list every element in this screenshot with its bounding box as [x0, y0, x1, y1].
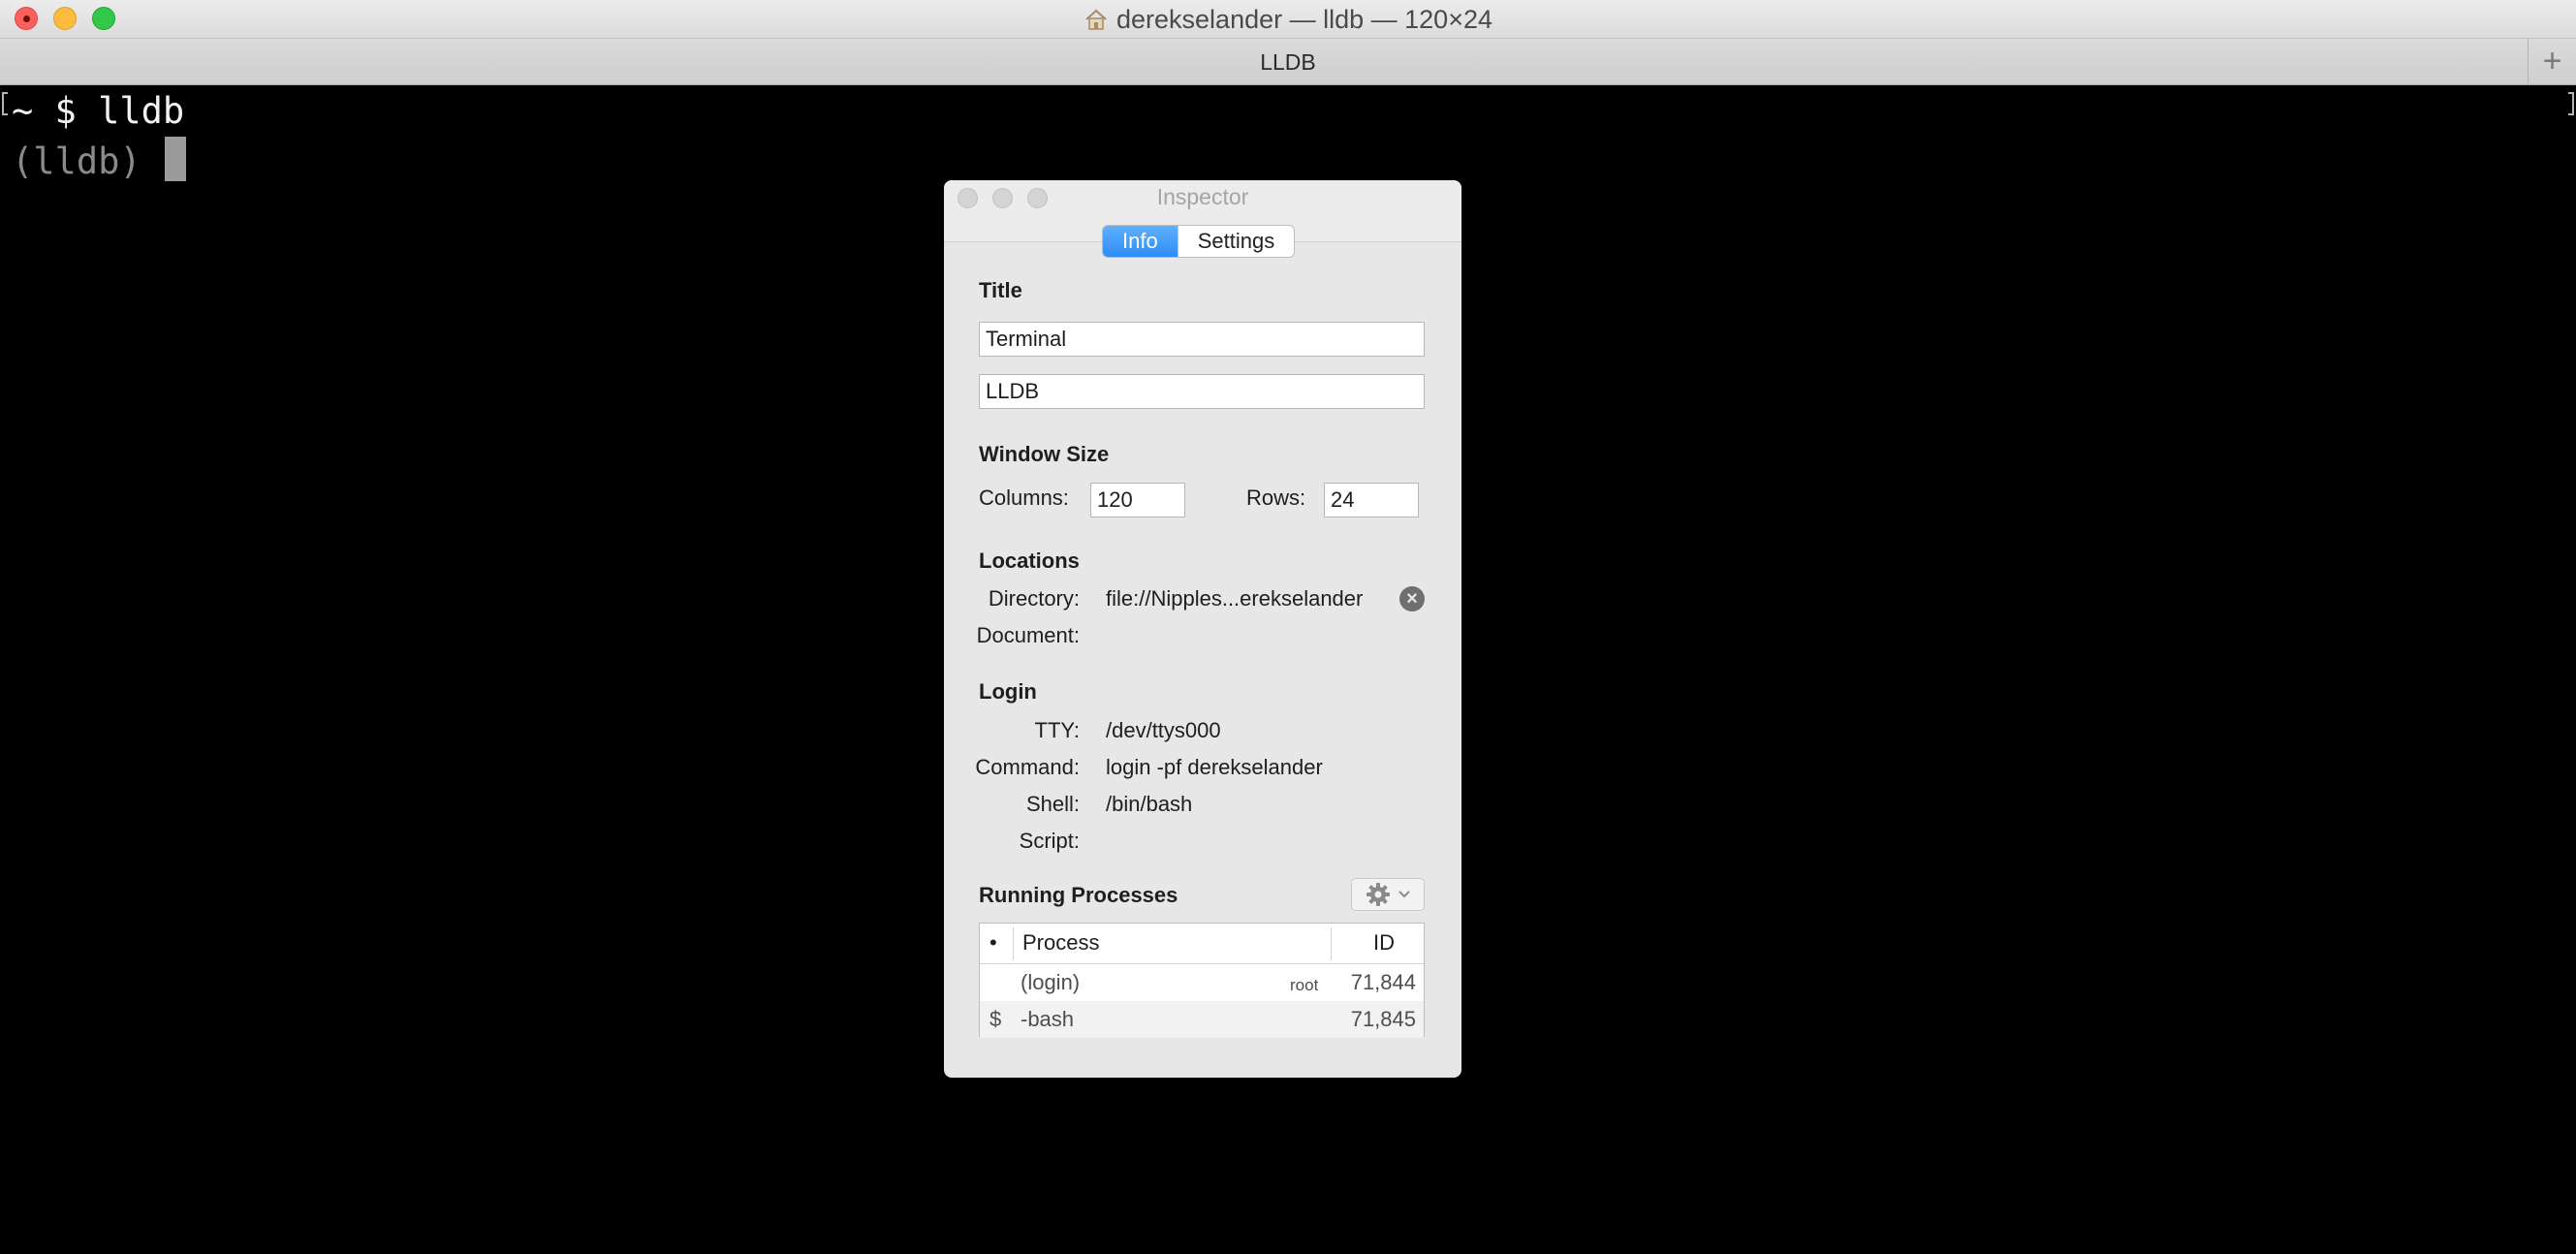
command-label: Command:: [975, 755, 1080, 779]
directory-label: Directory:: [988, 586, 1080, 611]
tty-value: /dev/ttys000: [1106, 718, 1221, 742]
lldb-prompt: (lldb): [12, 141, 163, 182]
shell-value: /bin/bash: [1106, 792, 1193, 816]
new-tab-button[interactable]: +: [2528, 39, 2576, 84]
column-header-id[interactable]: ID: [1373, 930, 1395, 956]
window-titlebar: derekselander — lldb — 120×24: [0, 0, 2576, 39]
shell-label: Shell:: [1025, 792, 1080, 816]
columns-field[interactable]: 120: [1090, 483, 1185, 517]
process-table-header: • Process ID: [980, 924, 1424, 964]
login-heading: Login: [979, 679, 1037, 704]
column-header-process[interactable]: Process: [1022, 930, 1099, 956]
directory-value: file://Nipples...erekselander: [1106, 586, 1364, 611]
title-heading: Title: [979, 278, 1022, 302]
rows-label: Rows:: [1246, 486, 1306, 510]
inspector-panel: Inspector Info Settings Title Terminal L…: [944, 180, 1461, 1078]
running-processes-heading: Running Processes: [979, 883, 1178, 907]
column-header-marker[interactable]: •: [990, 930, 997, 956]
document-label: Document:: [976, 623, 1080, 647]
window-title: derekselander — lldb — 120×24: [1116, 5, 1492, 34]
columns-label: Columns:: [979, 486, 1069, 510]
tty-label: TTY:: [1034, 718, 1080, 742]
column-divider: [1331, 927, 1332, 960]
table-row[interactable]: $ -bash 71,845: [980, 1001, 1424, 1038]
home-folder-icon: [1085, 9, 1107, 30]
terminal-line-prompt: (lldb): [12, 137, 186, 187]
process-id: 71,844: [1350, 970, 1416, 994]
inspector-tabs: Info Settings: [1102, 225, 1296, 258]
process-action-button[interactable]: [1351, 878, 1425, 911]
tab-info[interactable]: Info: [1103, 226, 1178, 257]
chevron-down-icon: [1398, 891, 1410, 898]
tab-lldb[interactable]: LLDB: [0, 47, 2576, 77]
clear-directory-icon[interactable]: ×: [1399, 586, 1425, 611]
rows-field[interactable]: 24: [1324, 483, 1419, 517]
window-title-container: derekselander — lldb — 120×24: [0, 3, 2576, 36]
tab-settings[interactable]: Settings: [1177, 226, 1294, 257]
text-cursor: [164, 137, 186, 181]
inspector-title: Inspector: [1156, 184, 1249, 209]
tab-title-field[interactable]: LLDB: [979, 374, 1425, 409]
mark-bracket-left: [2, 92, 8, 115]
column-divider: [1013, 927, 1014, 960]
window-size-heading: Window Size: [979, 442, 1110, 466]
terminal-line-command: ~ $ lldb: [12, 90, 185, 132]
gear-icon: [1367, 883, 1390, 906]
process-name: (login): [1021, 970, 1081, 994]
process-id: 71,845: [1350, 1007, 1416, 1031]
process-marker: $: [990, 1007, 1002, 1031]
process-user: root: [1290, 976, 1319, 994]
window-title-field[interactable]: Terminal: [979, 322, 1425, 357]
locations-heading: Locations: [979, 549, 1080, 573]
command-value: login -pf derekselander: [1106, 755, 1323, 779]
tab-bar: LLDB +: [0, 39, 2576, 85]
process-name: -bash: [1021, 1007, 1075, 1031]
table-row[interactable]: (login) root 71,844: [980, 964, 1424, 1001]
process-table: • Process ID (login) root 71,844 $ -bash…: [979, 923, 1425, 1038]
script-label: Script:: [1019, 829, 1080, 853]
mark-bracket-right: [2568, 92, 2574, 115]
